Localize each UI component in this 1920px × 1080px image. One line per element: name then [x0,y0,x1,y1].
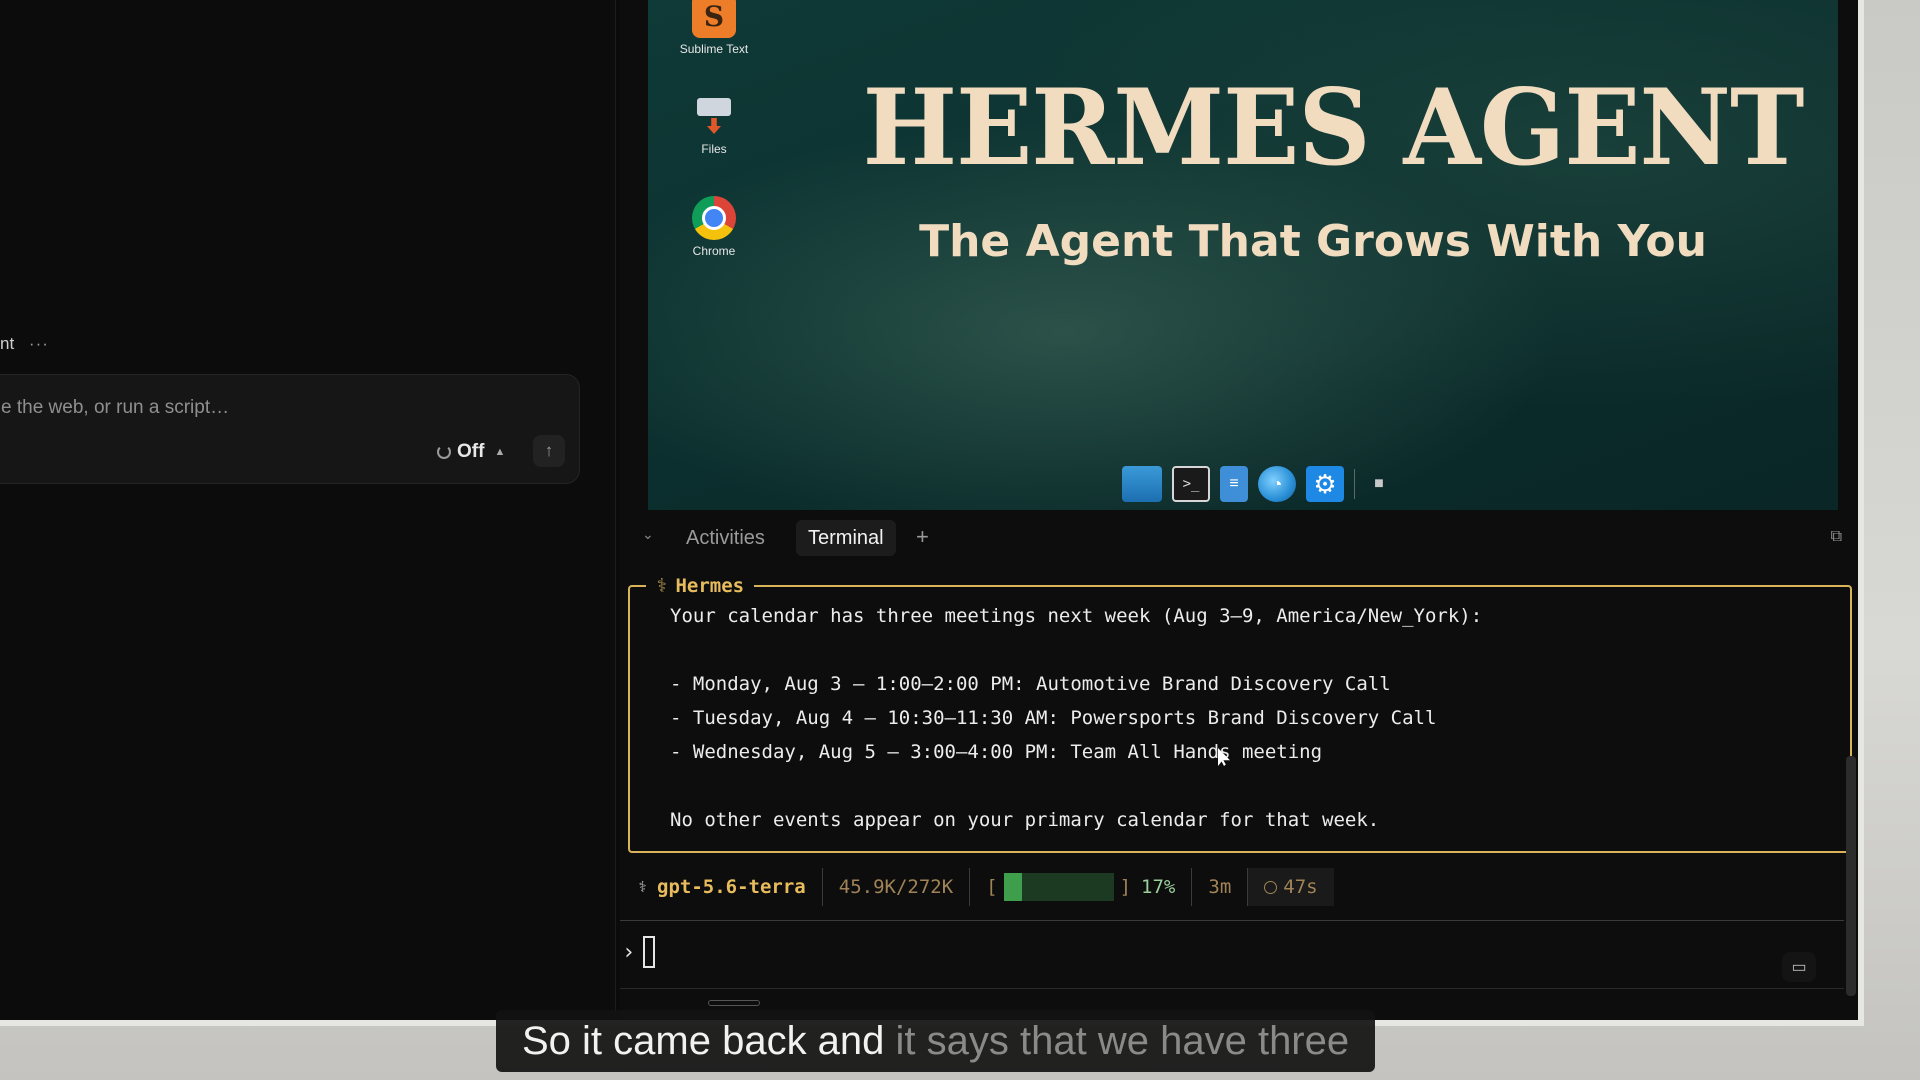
message-composer: Off ▲ ↑ [0,374,580,484]
turn-timer: 47s [1248,868,1334,906]
reasoning-icon [437,445,451,459]
prompt-symbol: › [622,939,636,965]
chat-panel: nt ··· Off ▲ ↑ [0,0,616,1020]
chat-bubble-icon[interactable]: ▭ [1782,952,1816,982]
bar-close: ] [1119,876,1132,898]
add-tab-button[interactable]: + [916,524,929,550]
external-link-icon[interactable]: ⧉ [1831,528,1842,546]
context-usage: [ ] 17% [970,868,1193,906]
reasoning-toggle-label: Off [457,441,485,462]
message-line: No other events appear on your primary c… [670,809,1380,831]
model-name: gpt-5.6-terra [657,876,806,898]
remote-desktop[interactable]: S Sublime Text Files Chrome HERMES AGENT… [648,0,1838,510]
hermes-response: ⚕ Hermes Your calendar has three meetings… [628,575,1852,853]
terminal-icon[interactable]: >_ [1172,466,1210,502]
document-icon[interactable]: ≡ [1220,466,1248,502]
scrollbar[interactable] [1846,756,1856,996]
folder-icon[interactable]: ■ [1365,466,1393,502]
hermes-icon: ⚕ [638,878,648,896]
message-line: Your calendar has three meetings next we… [670,605,1483,627]
window-icon[interactable] [1122,466,1162,502]
arrow-up-icon: ↑ [544,441,554,460]
settings-icon[interactable]: ⚙ [1306,466,1344,502]
dock-divider [1354,469,1355,499]
caption-upcoming: it says that we have three [895,1018,1350,1063]
wallpaper-subtitle: The Agent That Grows With You [919,216,1707,267]
hermes-label: ⚕ Hermes [646,575,755,597]
dock: >_ ≡ ◔ ⚙ ■ [1122,466,1393,502]
app-window: nt ··· Off ▲ ↑ S Sublime Text [0,0,1864,1026]
globe-icon[interactable]: ◔ [1258,466,1296,502]
model-indicator: ⚕ gpt-5.6-terra [628,868,823,906]
text-cursor [643,936,656,968]
context-progress-bar [1003,873,1114,901]
computer-panel: S Sublime Text Files Chrome HERMES AGENT… [620,0,1858,1020]
desktop-icon-sublime-text[interactable]: S Sublime Text [674,0,754,56]
agent-title[interactable]: nt ··· [0,334,49,354]
tab-bar: ⌄ Activities Terminal + ⧉ [620,514,1858,560]
message-line: - Monday, Aug 3 — 1:00–2:00 PM: Automoti… [670,673,1391,695]
hermes-label-text: Hermes [675,575,745,597]
context-percent: 17% [1141,876,1176,898]
horizontal-scrollbar[interactable] [708,1000,760,1006]
chevron-down-icon[interactable]: ⌄ [642,526,654,543]
terminal-prompt[interactable]: › [622,936,656,968]
caption-spoken: So it came back and [522,1018,896,1063]
clock-icon [1264,880,1278,894]
divider [620,988,1844,989]
status-bar: ⚕ gpt-5.6-terra 45.9K/272K [ ] 17% 3m 47… [628,868,1334,906]
tab-activities[interactable]: Activities [674,520,777,556]
message-input[interactable] [1,397,521,419]
video-caption: So it came back and it says that we have… [496,1010,1376,1072]
divider [620,920,1844,921]
elapsed-time: 3m [1192,868,1249,906]
hermes-icon: ⚕ [656,575,668,597]
turn-timer-value: 47s [1283,876,1318,898]
desktop-icon-label: Sublime Text [679,42,749,56]
bar-open: [ [986,876,998,898]
send-button[interactable]: ↑ [533,435,565,467]
agent-title-text: nt [0,334,15,353]
tab-terminal[interactable]: Terminal [796,520,896,556]
sublime-text-icon: S [692,0,736,38]
message-line: - Tuesday, Aug 4 — 10:30–11:30 AM: Power… [670,707,1437,729]
token-count: 45.9K/272K [823,868,971,906]
reasoning-toggle[interactable]: Off ▲ [437,441,505,463]
wallpaper-title: HERMES AGENT [862,65,1805,189]
chevron-up-icon: ▲ [494,446,506,458]
context-progress-fill [1003,873,1023,901]
more-options-icon[interactable]: ··· [29,334,49,353]
